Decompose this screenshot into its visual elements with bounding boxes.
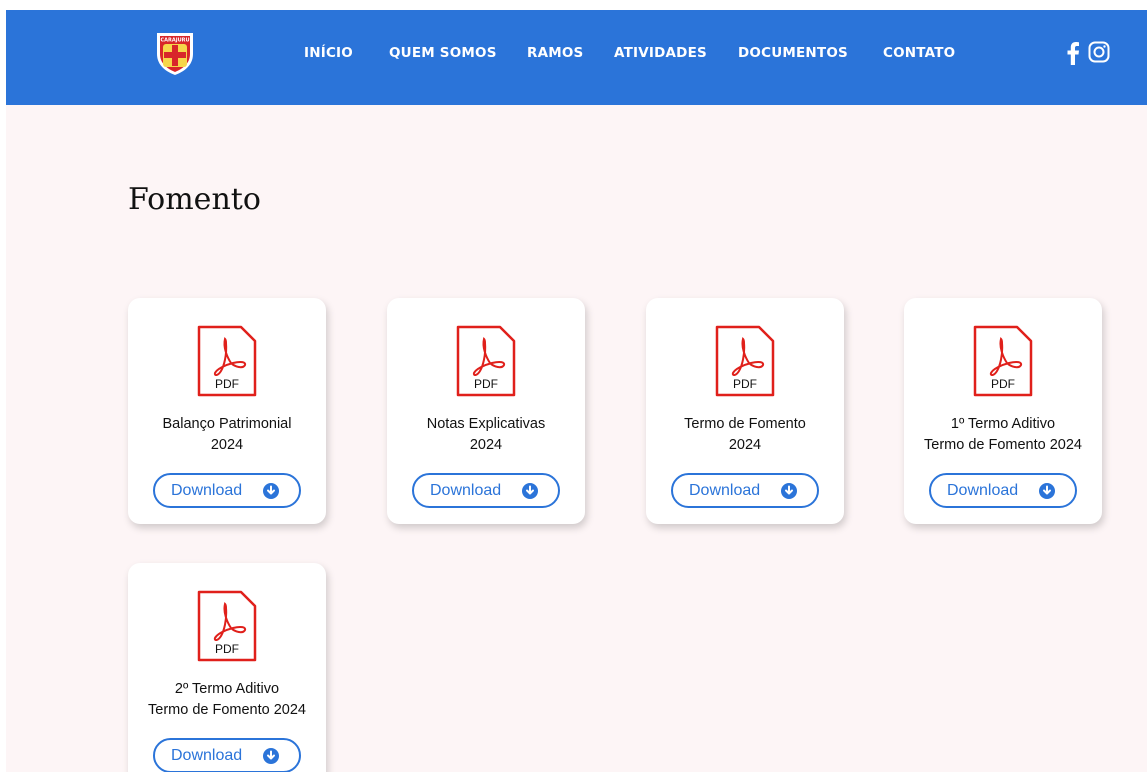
download-button[interactable]: Download [153,473,301,508]
download-button[interactable]: Download [671,473,819,508]
download-button-label: Download [689,482,761,499]
document-title-line1: 1º Termo Aditivo [950,416,1056,432]
nav-documentos[interactable]: DOCUMENTOS [738,45,848,61]
nav-ramos[interactable]: RAMOS [527,45,583,61]
page: CARAJURU INÍCIO QUEM SOMOS RAMOS ATIVIDA… [6,0,1147,772]
pdf-icon: PDF [197,590,257,662]
download-arrow-icon [263,748,279,764]
download-arrow-icon [263,483,279,499]
scout-logo[interactable]: CARAJURU [152,30,198,76]
document-title-line2: 2024 [210,437,244,453]
document-title: Notas Explicativas 2024 [387,414,585,456]
top-strip [6,0,1147,10]
document-title-line2: 2024 [469,437,503,453]
document-title-line2: Termo de Fomento 2024 [148,702,306,718]
pdf-icon: PDF [973,325,1033,397]
document-card-1-termo-aditivo: PDF 1º Termo Aditivo Termo de Fomento 20… [904,298,1102,524]
document-card-notas: PDF Notas Explicativas 2024 Download [387,298,585,524]
download-button[interactable]: Download [153,738,301,772]
document-title: Termo de Fomento 2024 [646,414,844,456]
download-button-label: Download [947,482,1019,499]
pdf-label: PDF [215,642,239,656]
download-arrow-icon [1039,483,1055,499]
facebook-icon[interactable] [1066,41,1080,65]
pdf-label: PDF [474,377,498,391]
document-title: 2º Termo Aditivo Termo de Fomento 2024 [128,679,326,721]
document-card-2-termo-aditivo: PDF 2º Termo Aditivo Termo de Fomento 20… [128,563,326,772]
pdf-label: PDF [215,377,239,391]
pdf-icon: PDF [456,325,516,397]
pdf-label: PDF [733,377,757,391]
document-card-termo-fomento: PDF Termo de Fomento 2024 Download [646,298,844,524]
document-title: 1º Termo Aditivo Termo de Fomento 2024 [904,414,1102,456]
nav-contato[interactable]: CONTATO [883,45,955,61]
download-arrow-icon [522,483,538,499]
document-title-line1: Balanço Patrimonial [162,416,292,432]
download-button-label: Download [171,747,243,764]
logo-text: CARAJURU [160,38,189,44]
document-title: Balanço Patrimonial 2024 [128,414,326,456]
nav-inicio[interactable]: INÍCIO [304,45,353,61]
download-button[interactable]: Download [412,473,560,508]
document-title-line1: 2º Termo Aditivo [174,681,280,697]
document-title-line2: Termo de Fomento 2024 [924,437,1082,453]
instagram-icon[interactable] [1088,41,1110,63]
pdf-icon: PDF [197,325,257,397]
site-header: CARAJURU INÍCIO QUEM SOMOS RAMOS ATIVIDA… [6,10,1147,105]
page-title: Fomento [128,182,261,217]
download-button[interactable]: Download [929,473,1077,508]
document-title-line2: 2024 [728,437,762,453]
document-title-line1: Notas Explicativas [426,416,546,432]
pdf-label: PDF [991,377,1015,391]
pdf-icon: PDF [715,325,775,397]
download-button-label: Download [171,482,243,499]
download-button-label: Download [430,482,502,499]
nav-quem-somos[interactable]: QUEM SOMOS [389,45,497,61]
nav-atividades[interactable]: ATIVIDADES [614,45,707,61]
download-arrow-icon [781,483,797,499]
document-card-balanco: PDF Balanço Patrimonial 2024 Download [128,298,326,524]
document-title-line1: Termo de Fomento [684,416,806,432]
